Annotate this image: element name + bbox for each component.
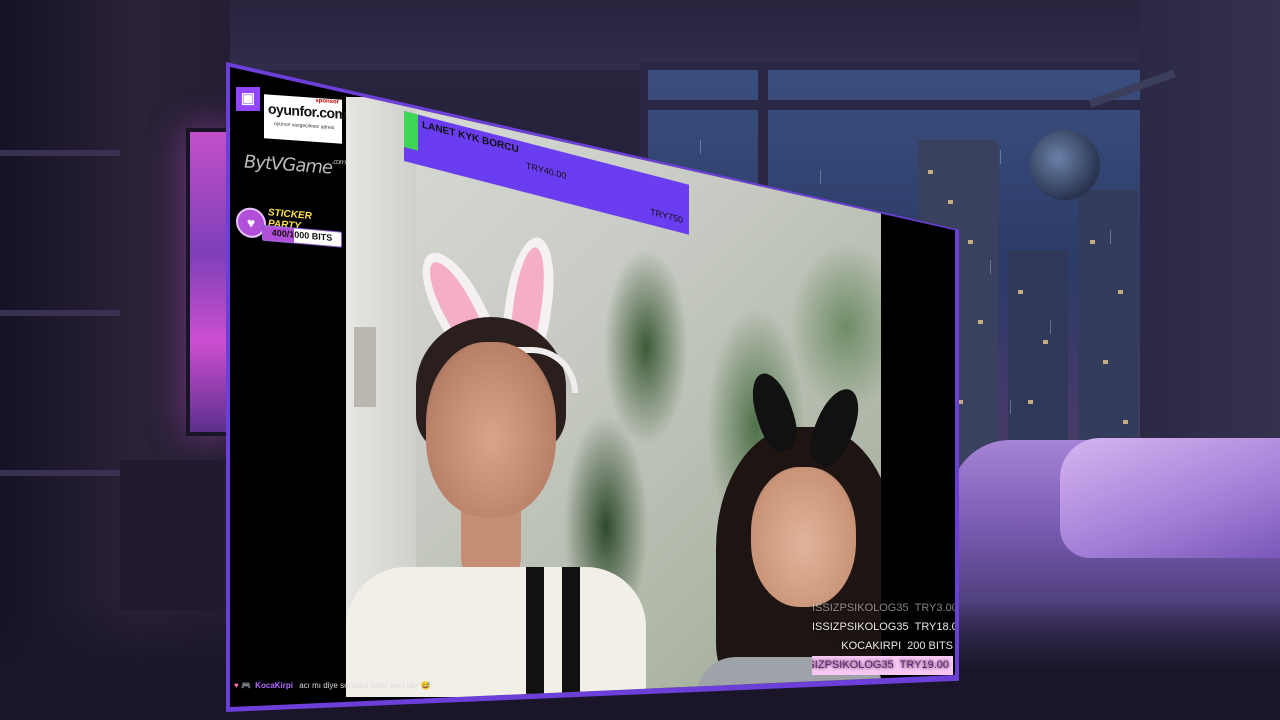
chat-username: KocaKirpi — [255, 681, 293, 690]
person-left-body — [346, 567, 646, 697]
donation-row: ISSIZPSIKOLOG35 TRY19.00 — [812, 656, 955, 675]
donation-row: ISSIZPSIKOLOG35 TRY3.00 — [812, 599, 958, 618]
ceiling — [230, 0, 1280, 70]
donation-amount: 200 BITS — [907, 640, 953, 652]
chat-emote: 😅 — [420, 681, 431, 690]
donation-amount: TRY19.00 — [899, 659, 949, 671]
brand-logo: BytVGame.com — [244, 151, 346, 179]
sponsor-logo: sponsor oyunfor.com oyunun vazgeçilmez a… — [264, 94, 347, 144]
donation-user: ISSIZPSIKOLOG35 — [812, 602, 909, 614]
person-right-face — [751, 467, 856, 607]
donation-user: KOCAKIRPI — [841, 640, 902, 652]
desk — [120, 460, 230, 610]
goal-target: TRY750 — [650, 206, 683, 226]
donation-amount: TRY3.00 — [914, 602, 958, 614]
twitch-logo-icon: ▣ — [236, 87, 260, 111]
donation-row: KOCAKIRPI 200 BITS — [812, 637, 955, 656]
blanket — [1060, 438, 1280, 558]
chat-line: ♥ 🎮 KocaKirpi acı mı diye sorsana belki … — [234, 681, 494, 690]
goal-current: TRY40.00 — [526, 160, 567, 181]
donation-row: ISSIZPSIKOLOG35 TRY18.00 — [812, 618, 955, 637]
chat-badge-icons: ♥ 🎮 — [234, 681, 251, 690]
sticker-party-widget: ♥ STICKER PARTY 400/1000 BITS — [236, 202, 342, 251]
lamp — [1030, 130, 1100, 200]
donation-user: ISSIZPSIKOLOG35 — [812, 621, 909, 633]
recent-donations: ISSIZPSIKOLOG35 TRY3.00 ISSIZPSIKOLOG35 TRY… — [812, 599, 958, 675]
goal-accent — [404, 111, 418, 151]
chat-message: acı mı diye sorsana belki evet der — [299, 681, 419, 690]
donation-user: ISSIZPSIKOLOG35 — [812, 659, 894, 671]
person-left-face — [426, 342, 556, 517]
